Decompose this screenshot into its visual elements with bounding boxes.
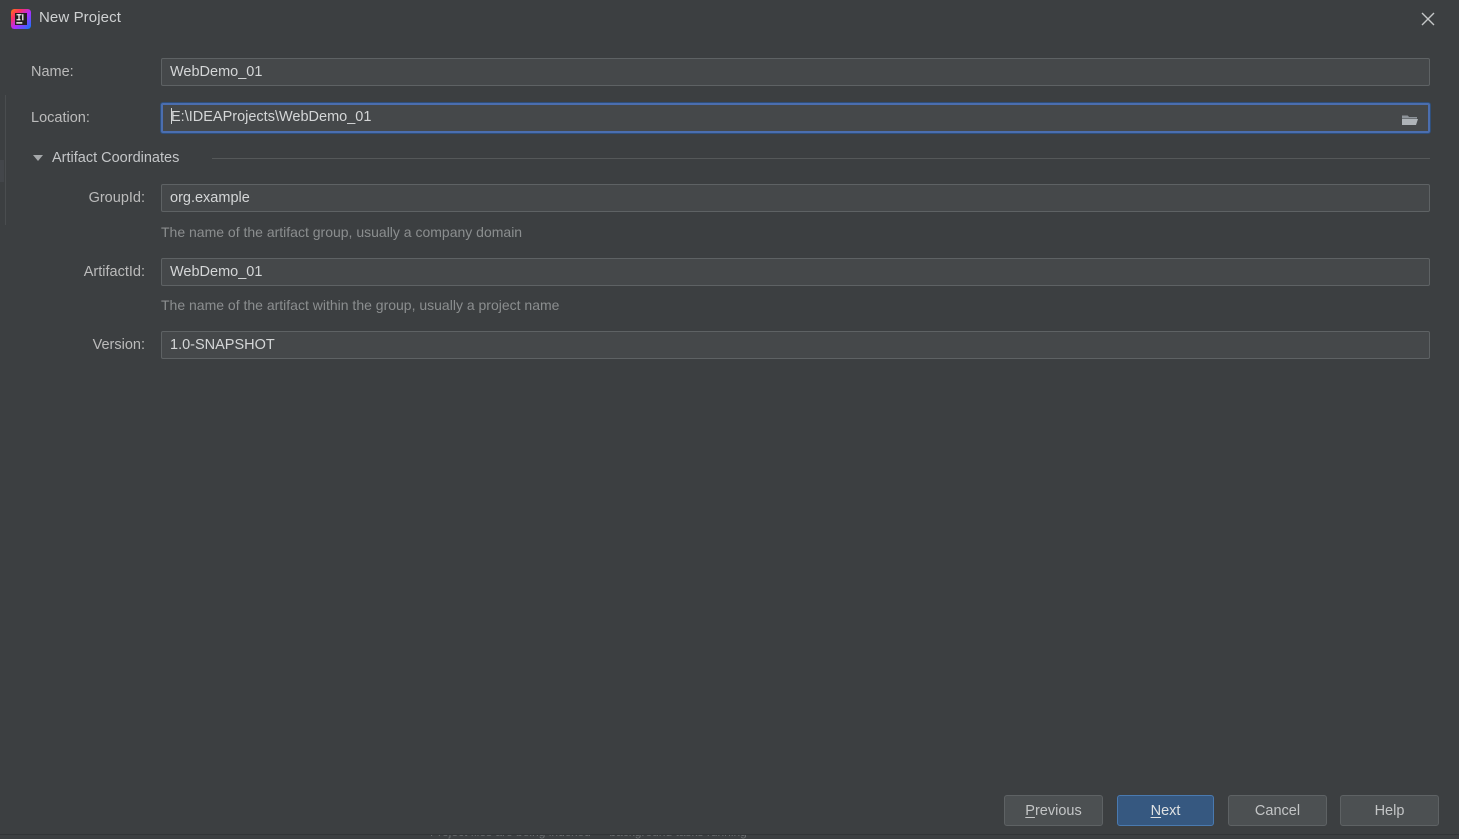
- location-input[interactable]: E:\IDEAProjects\WebDemo_01: [161, 103, 1430, 133]
- groupid-hint: The name of the artifact group, usually …: [161, 224, 523, 240]
- cancel-button[interactable]: Cancel: [1228, 795, 1327, 826]
- name-label: Name:: [31, 64, 74, 80]
- folder-icon: [1402, 115, 1418, 125]
- next-button-rest: ext: [1161, 802, 1181, 819]
- close-button[interactable]: [1405, 0, 1451, 37]
- background-window-edge-secondary: [0, 160, 4, 182]
- groupid-input[interactable]: org.example: [161, 184, 1430, 212]
- artifactid-hint: The name of the artifact within the grou…: [161, 297, 560, 313]
- next-button-label: Next: [1151, 803, 1181, 819]
- dialog-titlebar: New Project: [0, 0, 1459, 37]
- groupid-label: GroupId:: [88, 190, 145, 206]
- background-status-text: Project files are being indexed — backgr…: [430, 835, 747, 839]
- close-icon: [1421, 12, 1435, 26]
- chevron-down-icon: [33, 155, 43, 161]
- background-window-edge: [5, 95, 6, 225]
- location-input-value: E:\IDEAProjects\WebDemo_01: [171, 109, 372, 125]
- help-button[interactable]: Help: [1340, 795, 1439, 826]
- dialog-title: New Project: [39, 9, 121, 26]
- background-status-bar: Project files are being indexed — backgr…: [0, 834, 1459, 839]
- section-divider: [212, 158, 1430, 159]
- previous-button-label: Previous: [1025, 803, 1081, 819]
- intellij-idea-icon: [11, 9, 31, 29]
- previous-mnemonic: P: [1025, 802, 1035, 819]
- artifactid-label: ArtifactId:: [83, 264, 145, 280]
- name-input[interactable]: WebDemo_01: [161, 58, 1430, 86]
- artifact-coordinates-title: Artifact Coordinates: [52, 150, 180, 166]
- artifactid-input[interactable]: WebDemo_01: [161, 258, 1430, 286]
- next-button[interactable]: Next: [1117, 795, 1214, 826]
- version-label: Version:: [92, 337, 145, 353]
- location-label: Location:: [31, 110, 90, 126]
- version-input[interactable]: 1.0-SNAPSHOT: [161, 331, 1430, 359]
- next-mnemonic: N: [1150, 802, 1162, 819]
- previous-button-rest: revious: [1034, 802, 1082, 819]
- previous-button[interactable]: Previous: [1004, 795, 1103, 826]
- location-browse-button[interactable]: [1396, 106, 1424, 130]
- artifact-coordinates-toggle[interactable]: Artifact Coordinates: [33, 148, 179, 168]
